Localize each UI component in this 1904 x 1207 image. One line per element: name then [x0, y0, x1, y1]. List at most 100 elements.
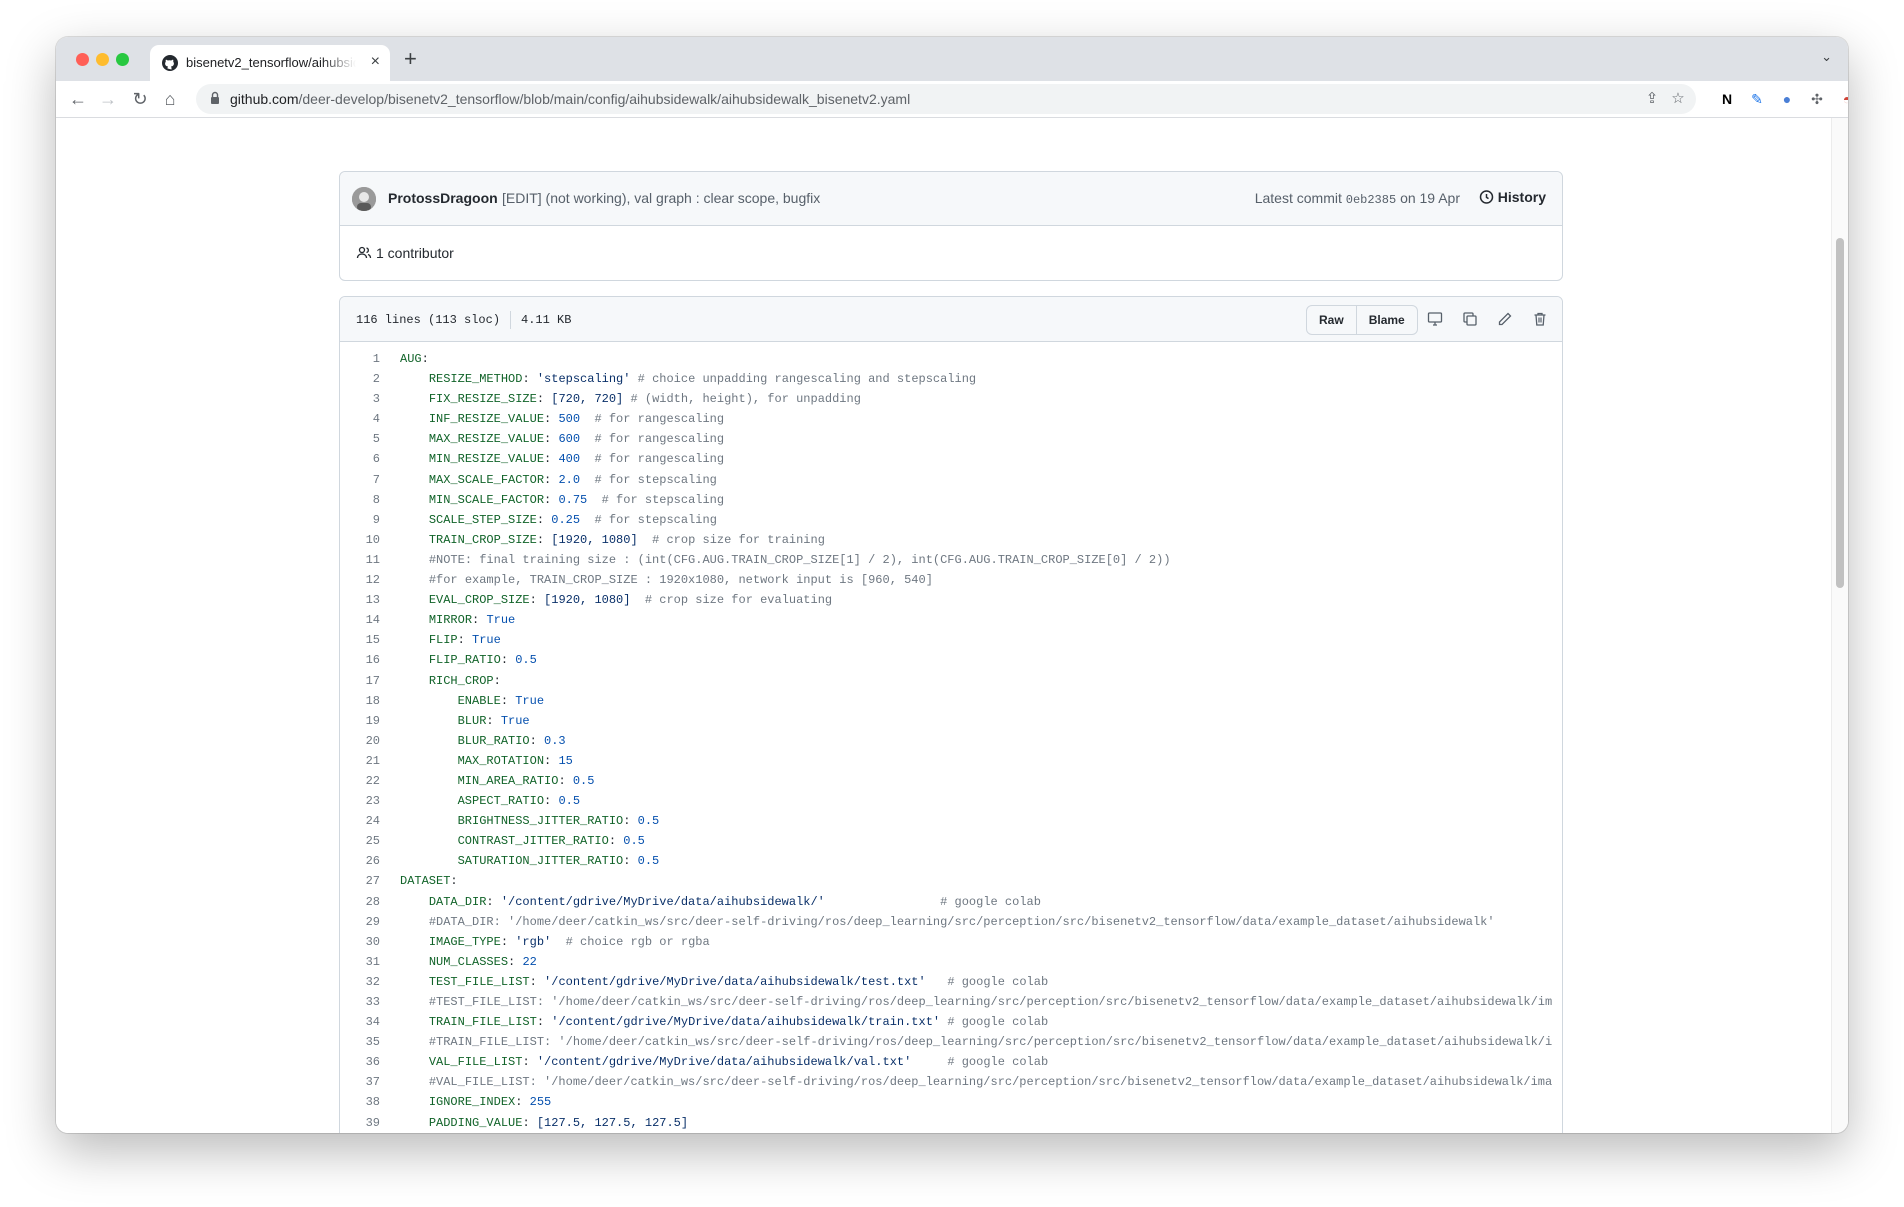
- line-number[interactable]: 35: [340, 1032, 380, 1052]
- line-number[interactable]: 18: [340, 691, 380, 711]
- delete-trash-icon[interactable]: [1531, 311, 1549, 329]
- history-link[interactable]: History: [1478, 189, 1546, 205]
- copy-icon[interactable]: [1461, 311, 1479, 329]
- pen-extension-icon[interactable]: ✎: [1746, 88, 1768, 110]
- code-line: 8 MIN_SCALE_FACTOR: 0.75 # for stepscali…: [340, 490, 1562, 510]
- line-number[interactable]: 26: [340, 851, 380, 871]
- line-number[interactable]: 1: [340, 349, 380, 369]
- line-number[interactable]: 29: [340, 912, 380, 932]
- browser-tab[interactable]: bisenetv2_tensorflow/aihubsidewalk ×: [150, 45, 390, 81]
- line-number[interactable]: 33: [340, 992, 380, 1012]
- line-number[interactable]: 22: [340, 771, 380, 791]
- line-number[interactable]: 37: [340, 1072, 380, 1092]
- line-code: FIX_RESIZE_SIZE: [720, 720] # (width, he…: [428, 392, 861, 407]
- line-code: #VAL_FILE_LIST: '/home/deer/catkin_ws/sr…: [428, 1075, 1553, 1090]
- line-number[interactable]: 25: [340, 831, 380, 851]
- line-number[interactable]: 34: [340, 1012, 380, 1032]
- browser-window: bisenetv2_tensorflow/aihubsidewalk × + ⌄…: [56, 37, 1848, 1133]
- line-code: ENABLE: True: [457, 693, 545, 708]
- line-number[interactable]: 30: [340, 932, 380, 952]
- code-line: 35 #TRAIN_FILE_LIST: '/home/deer/catkin_…: [340, 1032, 1562, 1052]
- line-code: SCALE_STEP_SIZE: 0.25 # for stepscaling: [428, 512, 717, 527]
- history-clock-icon: [1479, 190, 1494, 204]
- line-number[interactable]: 10: [340, 530, 380, 550]
- line-number[interactable]: 12: [340, 570, 380, 590]
- code-line: 3 FIX_RESIZE_SIZE: [720, 720] # (width, …: [340, 389, 1562, 409]
- line-code: DATASET:: [400, 874, 458, 889]
- code-line: 5 MAX_RESIZE_VALUE: 600 # for rangescali…: [340, 429, 1562, 449]
- code-line: 39 PADDING_VALUE: [127.5, 127.5, 127.5]: [340, 1113, 1562, 1133]
- avatar[interactable]: [352, 187, 376, 211]
- new-tab-button[interactable]: +: [404, 47, 417, 71]
- profile-avatar-icon[interactable]: ◓: [1836, 88, 1848, 110]
- line-number[interactable]: 13: [340, 590, 380, 610]
- line-number[interactable]: 36: [340, 1052, 380, 1072]
- line-number[interactable]: 9: [340, 510, 380, 530]
- line-number[interactable]: 14: [340, 610, 380, 630]
- line-number[interactable]: 38: [340, 1092, 380, 1112]
- line-number[interactable]: 2: [340, 369, 380, 389]
- line-number[interactable]: 16: [340, 650, 380, 670]
- scrollbar-thumb[interactable]: [1836, 238, 1844, 588]
- code-line: 16 FLIP_RATIO: 0.5: [340, 650, 1562, 670]
- github-icon: [162, 55, 178, 71]
- notion-extension-icon[interactable]: N: [1716, 88, 1738, 110]
- browser-toolbar: ← → ↻ ⌂ github.com/deer-develop/bisenetv…: [56, 81, 1848, 118]
- page-scrollbar[interactable]: [1831, 118, 1848, 1133]
- line-code: MAX_RESIZE_VALUE: 600 # for rangescaling: [428, 432, 725, 447]
- commit-sha-link[interactable]: 0eb2385: [1346, 193, 1396, 207]
- close-tab-icon[interactable]: ×: [371, 53, 380, 71]
- contributors-link[interactable]: 1 contributor: [356, 245, 454, 261]
- extensions-puzzle-icon[interactable]: ✣: [1806, 88, 1828, 110]
- line-number[interactable]: 20: [340, 731, 380, 751]
- share-icon[interactable]: ⇪: [1642, 89, 1662, 109]
- code-line: 9 SCALE_STEP_SIZE: 0.25 # for stepscalin…: [340, 510, 1562, 530]
- desktop-icon[interactable]: [1426, 311, 1444, 329]
- commit-message-link[interactable]: [EDIT] (not working), val graph : clear …: [502, 190, 820, 206]
- line-number[interactable]: 7: [340, 470, 380, 490]
- latest-commit-box: ProtossDragoon [EDIT] (not working), val…: [339, 171, 1563, 281]
- edit-pencil-icon[interactable]: [1496, 311, 1514, 329]
- line-number[interactable]: 5: [340, 429, 380, 449]
- line-number[interactable]: 4: [340, 409, 380, 429]
- minimize-window-button[interactable]: [96, 53, 109, 66]
- code-line: 20 BLUR_RATIO: 0.3: [340, 731, 1562, 751]
- close-window-button[interactable]: [76, 53, 89, 66]
- contributors-count: 1 contributor: [376, 245, 454, 261]
- line-code: PADDING_VALUE: [127.5, 127.5, 127.5]: [428, 1115, 689, 1130]
- tab-search-chevron-icon[interactable]: ⌄: [1821, 49, 1832, 65]
- line-number[interactable]: 24: [340, 811, 380, 831]
- line-number[interactable]: 28: [340, 892, 380, 912]
- code-line: 28 DATA_DIR: '/content/gdrive/MyDrive/da…: [340, 892, 1562, 912]
- code-line: 31 NUM_CLASSES: 22: [340, 952, 1562, 972]
- line-number[interactable]: 6: [340, 449, 380, 469]
- line-number[interactable]: 21: [340, 751, 380, 771]
- home-icon[interactable]: ⌂: [158, 87, 182, 111]
- code-line: 36 VAL_FILE_LIST: '/content/gdrive/MyDri…: [340, 1052, 1562, 1072]
- file-header: 116 lines (113 sloc) 4.11 KB Raw Blame: [340, 297, 1562, 342]
- file-size: 4.11 KB: [521, 313, 572, 327]
- address-bar[interactable]: github.com/deer-develop/bisenetv2_tensor…: [196, 84, 1696, 114]
- line-number[interactable]: 15: [340, 630, 380, 650]
- code-line: 10 TRAIN_CROP_SIZE: [1920, 1080] # crop …: [340, 530, 1562, 550]
- forward-arrow-icon[interactable]: →: [96, 87, 120, 111]
- line-number[interactable]: 19: [340, 711, 380, 731]
- back-arrow-icon[interactable]: ←: [66, 87, 90, 111]
- blame-button[interactable]: Blame: [1355, 306, 1417, 334]
- line-number[interactable]: 23: [340, 791, 380, 811]
- line-number[interactable]: 27: [340, 871, 380, 891]
- zoom-window-button[interactable]: [116, 53, 129, 66]
- line-number[interactable]: 3: [340, 389, 380, 409]
- line-number[interactable]: 32: [340, 972, 380, 992]
- globe-extension-icon[interactable]: ●: [1776, 88, 1798, 110]
- line-code: MIRROR: True: [428, 613, 516, 628]
- line-number[interactable]: 8: [340, 490, 380, 510]
- line-number[interactable]: 39: [340, 1113, 380, 1133]
- bookmark-star-icon[interactable]: ☆: [1668, 89, 1688, 109]
- line-number[interactable]: 11: [340, 550, 380, 570]
- line-number[interactable]: 31: [340, 952, 380, 972]
- reload-icon[interactable]: ↻: [128, 87, 152, 111]
- line-number[interactable]: 17: [340, 671, 380, 691]
- raw-button[interactable]: Raw: [1307, 306, 1356, 334]
- commit-author-link[interactable]: ProtossDragoon: [388, 190, 498, 206]
